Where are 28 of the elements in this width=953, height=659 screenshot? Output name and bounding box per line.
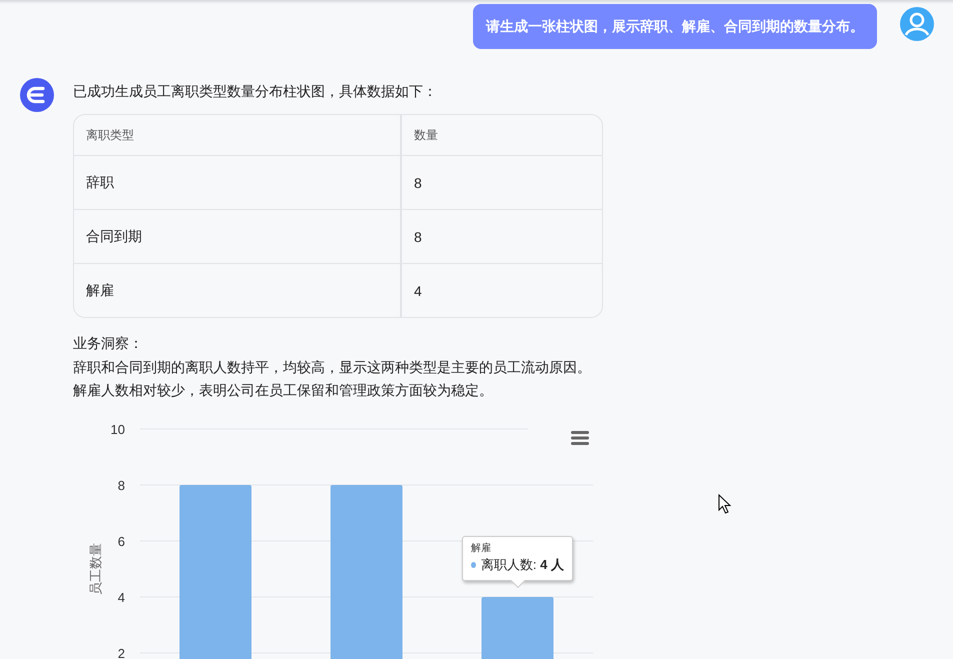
reply-intro: 已成功生成员工离职类型数量分布柱状图，具体数据如下： (73, 83, 438, 100)
tooltip-title: 解雇 (471, 542, 492, 556)
assistant-logo-icon (20, 78, 54, 112)
table-cell: 解雇 (74, 264, 402, 317)
y-tick-label: 6 (118, 534, 125, 548)
table-cell-text: 8 (413, 174, 423, 192)
table-cell: 合同到期 (74, 210, 402, 263)
table-cell-text: 8 (413, 228, 423, 246)
insight-text: 辞职和合同到期的离职人数持平，均较高，显示这两种类型是主要的员工流动原因。 (73, 358, 592, 376)
insight-text: 解雇人数相对较少，表明公司在员工保留和管理政策方面较为稳定。 (73, 381, 494, 400)
y-axis-title: 员工数量 (88, 542, 103, 594)
y-tick-label: 10 (110, 422, 125, 436)
bar[interactable] (330, 484, 402, 659)
mouse-pointer-icon (718, 494, 732, 514)
table-cell-text: 4 (413, 282, 423, 300)
user-message: 请生成一张柱状图，展示辞职、解雇、合同到期的数量分布。 (473, 4, 877, 49)
user-avatar-icon (900, 7, 934, 41)
bar[interactable] (180, 484, 252, 659)
menu-icon[interactable] (571, 430, 589, 444)
y-tick-label: 4 (118, 590, 125, 604)
insight-title: 业务洞察： (73, 334, 144, 353)
bar[interactable] (482, 596, 554, 659)
column-header: 离职类型 (74, 115, 402, 155)
y-tick-label: 8 (118, 478, 125, 492)
y-tick-label: 2 (118, 646, 125, 659)
tooltip-value: 离职人数: 4 人 (480, 556, 564, 574)
table-cell: 辞职 (74, 156, 402, 209)
column-header: 数量 (413, 126, 439, 144)
